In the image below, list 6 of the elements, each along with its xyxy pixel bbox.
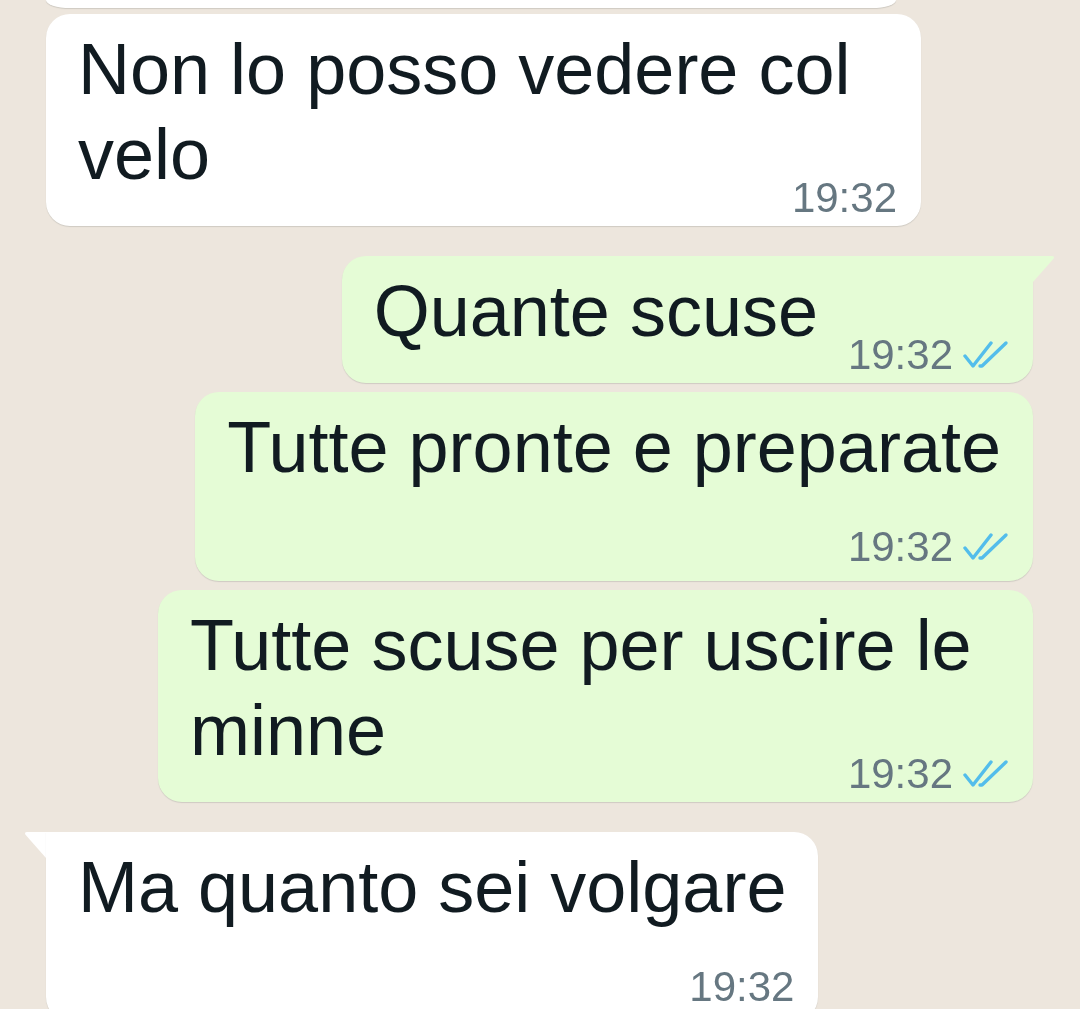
- message-time: 19:32: [689, 972, 795, 1002]
- message-text: Ma quanto sei volgare: [78, 847, 787, 927]
- message-text: Quante scuse: [373, 271, 818, 351]
- message-text: Tutte pronte e preparate: [227, 407, 1001, 487]
- message-time: 19:32: [847, 340, 953, 370]
- message-time: 19:32: [847, 532, 953, 562]
